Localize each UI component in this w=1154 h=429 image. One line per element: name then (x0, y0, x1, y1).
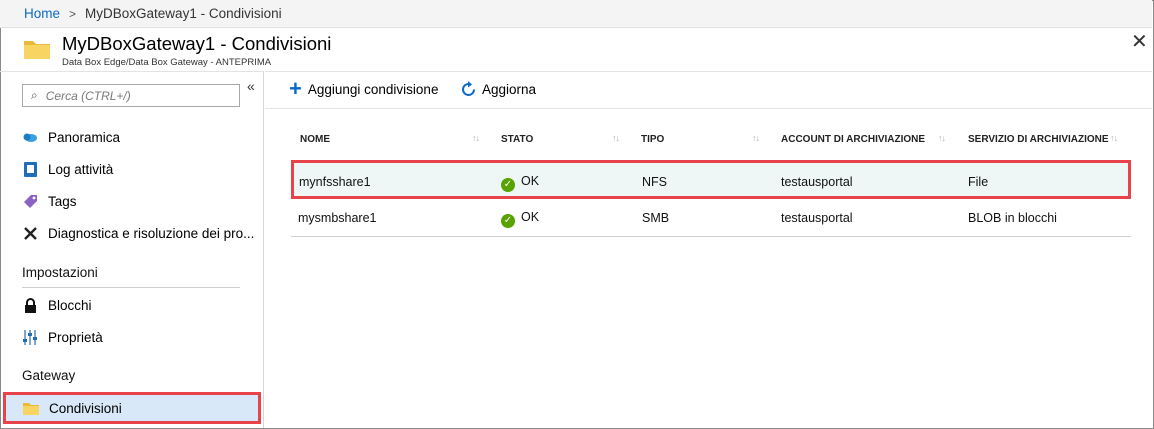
table-row[interactable] (291, 160, 1131, 199)
sidebar-item-label: Diagnostica e risoluzione dei pro... (48, 225, 255, 241)
check-circle-icon: ✓ (501, 214, 515, 228)
page-subtitle: Data Box Edge/Data Box Gateway - ANTEPRI… (62, 57, 272, 68)
cell-status: ✓ OK (501, 210, 539, 228)
column-header-nome[interactable]: NOME (300, 134, 330, 145)
status-text: OK (521, 210, 540, 224)
sidebar-item-label: Blocchi (48, 297, 92, 313)
check-circle-icon: ✓ (501, 178, 515, 192)
breadcrumb: Home > MyDBoxGateway1 - Condivisioni (0, 0, 1152, 28)
sidebar-item-panoramica[interactable]: Panoramica (22, 126, 120, 148)
properties-icon (22, 329, 38, 345)
section-label-impostazioni: Impostazioni (22, 265, 98, 280)
sidebar-item-label: Tags (48, 193, 77, 209)
column-header-servizio[interactable]: SERVIZIO DI ARCHIVIAZIONE (968, 134, 1109, 145)
command-bar: + Aggiungi condivisione Aggiorna (265, 71, 1152, 109)
sort-arrows-icon[interactable]: ↑↓ (752, 133, 760, 143)
sort-arrows-icon[interactable]: ↑↓ (472, 133, 480, 143)
sidebar-item-proprieta[interactable]: Proprietà (22, 326, 103, 348)
sidebar-item-log-attivita[interactable]: Log attività (22, 158, 113, 180)
search-input[interactable]: ⌕ Cerca (CTRL+/) (22, 84, 240, 107)
folder-icon (24, 41, 50, 59)
collapse-sidebar-icon[interactable]: « (247, 78, 255, 94)
lock-icon (22, 297, 38, 313)
blade-header: MyDBoxGateway1 - Condivisioni Data Box E… (0, 28, 1152, 71)
cell-account: testausportal (781, 211, 853, 225)
wrench-icon (22, 225, 38, 241)
sidebar-item-blocchi[interactable]: Blocchi (22, 294, 92, 316)
breadcrumb-current: MyDBoxGateway1 - Condivisioni (85, 6, 282, 21)
refresh-icon (460, 81, 477, 98)
sidebar-item-label: Panoramica (48, 129, 121, 145)
cell-service: BLOB in blocchi (968, 211, 1057, 225)
refresh-label: Aggiorna (482, 82, 537, 97)
plus-icon: + (289, 76, 302, 101)
row-divider (291, 236, 1131, 237)
sort-arrows-icon[interactable]: ↑↓ (938, 133, 946, 143)
section-label-gateway: Gateway (22, 368, 76, 383)
cell-type: NFS (642, 175, 667, 189)
sidebar-item-label: Log attività (48, 161, 114, 177)
status-text: OK (521, 174, 540, 188)
sidebar-item-diagnostica[interactable]: Diagnostica e risoluzione dei pro... (22, 222, 254, 244)
add-share-label: Aggiungi condivisione (307, 81, 439, 97)
cell-status: ✓ OK (501, 174, 539, 192)
activity-log-icon (22, 161, 38, 177)
cell-name[interactable]: mysmbshare1 (298, 211, 377, 225)
cell-name[interactable]: mynfsshare1 (299, 175, 371, 189)
tag-icon (22, 193, 38, 209)
sidebar-item-label: Proprietà (48, 329, 103, 345)
cloud-overview-icon (22, 129, 38, 145)
breadcrumb-home-link[interactable]: Home (24, 6, 60, 21)
cell-service: File (968, 175, 989, 189)
column-header-stato[interactable]: STATO (501, 134, 533, 145)
section-divider (22, 287, 240, 288)
sort-arrows-icon[interactable]: ↑↓ (612, 133, 620, 143)
folder-icon (23, 400, 39, 416)
breadcrumb-chevron-icon: > (69, 6, 77, 21)
search-placeholder: Cerca (CTRL+/) (45, 88, 131, 103)
page-title: MyDBoxGateway1 - Condivisioni (62, 33, 332, 54)
sidebar-item-condivisioni[interactable]: Condivisioni (3, 392, 261, 424)
search-icon: ⌕ (31, 88, 38, 102)
column-header-tipo[interactable]: TIPO (641, 134, 664, 145)
cell-type: SMB (642, 211, 670, 225)
sort-arrows-icon[interactable]: ↑↓ (1110, 133, 1118, 143)
close-icon[interactable]: ✕ (1131, 32, 1148, 52)
refresh-button[interactable]: Aggiorna (460, 81, 536, 98)
column-header-account[interactable]: ACCOUNT DI ARCHIVIAZIONE (781, 134, 925, 145)
add-share-button[interactable]: + Aggiungi condivisione (289, 76, 439, 101)
sidebar-item-tags[interactable]: Tags (22, 190, 77, 212)
sidebar-item-label: Condivisioni (49, 400, 122, 416)
cell-account: testausportal (781, 175, 853, 189)
